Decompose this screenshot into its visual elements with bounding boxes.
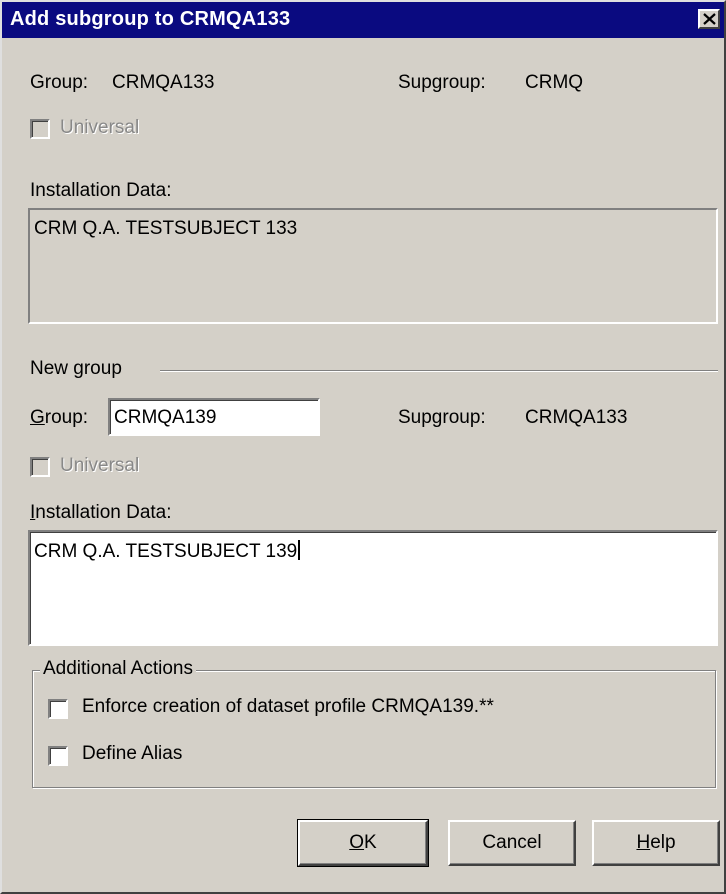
universal-label-existing: Universal (60, 117, 140, 138)
help-button[interactable]: Help (592, 820, 720, 866)
supgroup-label: Supgroup: (398, 72, 486, 93)
new-supgroup-value: CRMQA133 (525, 407, 628, 428)
ok-button[interactable]: OK (297, 819, 429, 867)
add-subgroup-dialog: Add subgroup to CRMQA133 Group: CRMQA133… (0, 0, 726, 894)
new-installation-data-value: CRM Q.A. TESTSUBJECT 139 (34, 540, 301, 563)
text-caret (298, 540, 301, 560)
define-alias-label[interactable]: Define Alias (82, 743, 182, 765)
supgroup-value: CRMQ (525, 72, 584, 93)
close-button[interactable] (698, 9, 720, 29)
universal-label-new: Universal (60, 455, 140, 476)
title-bar: Add subgroup to CRMQA133 (2, 2, 724, 38)
group-label: Group: (30, 72, 89, 93)
universal-checkbox-existing (30, 119, 50, 139)
close-icon (703, 13, 716, 25)
installation-data-readonly: CRM Q.A. TESTSUBJECT 133 (28, 208, 718, 324)
window-title: Add subgroup to CRMQA133 (10, 8, 291, 30)
group-value: CRMQA133 (112, 72, 215, 93)
cancel-button[interactable]: Cancel (448, 820, 576, 866)
new-group-label: Group: (30, 407, 89, 428)
installation-data-value: CRM Q.A. TESTSUBJECT 133 (34, 218, 298, 239)
new-group-input-value: CRMQA139 (114, 407, 217, 428)
define-alias-checkbox[interactable] (48, 746, 68, 766)
new-installation-data-textarea[interactable]: CRM Q.A. TESTSUBJECT 139 (28, 530, 718, 646)
installation-data-label: Installation Data: (30, 180, 172, 201)
section-divider (160, 370, 718, 372)
new-group-input[interactable]: CRMQA139 (108, 398, 320, 436)
additional-actions-label: Additional Actions (40, 658, 196, 680)
new-installation-data-label: Installation Data: (30, 502, 172, 523)
universal-checkbox-new (30, 457, 50, 477)
enforce-dataset-profile-checkbox[interactable] (48, 699, 68, 719)
additional-actions-groupbox (32, 670, 716, 788)
new-group-section-label: New group (30, 358, 122, 379)
new-supgroup-label: Supgroup: (398, 407, 486, 428)
enforce-dataset-profile-label[interactable]: Enforce creation of dataset profile CRMQ… (82, 696, 494, 718)
